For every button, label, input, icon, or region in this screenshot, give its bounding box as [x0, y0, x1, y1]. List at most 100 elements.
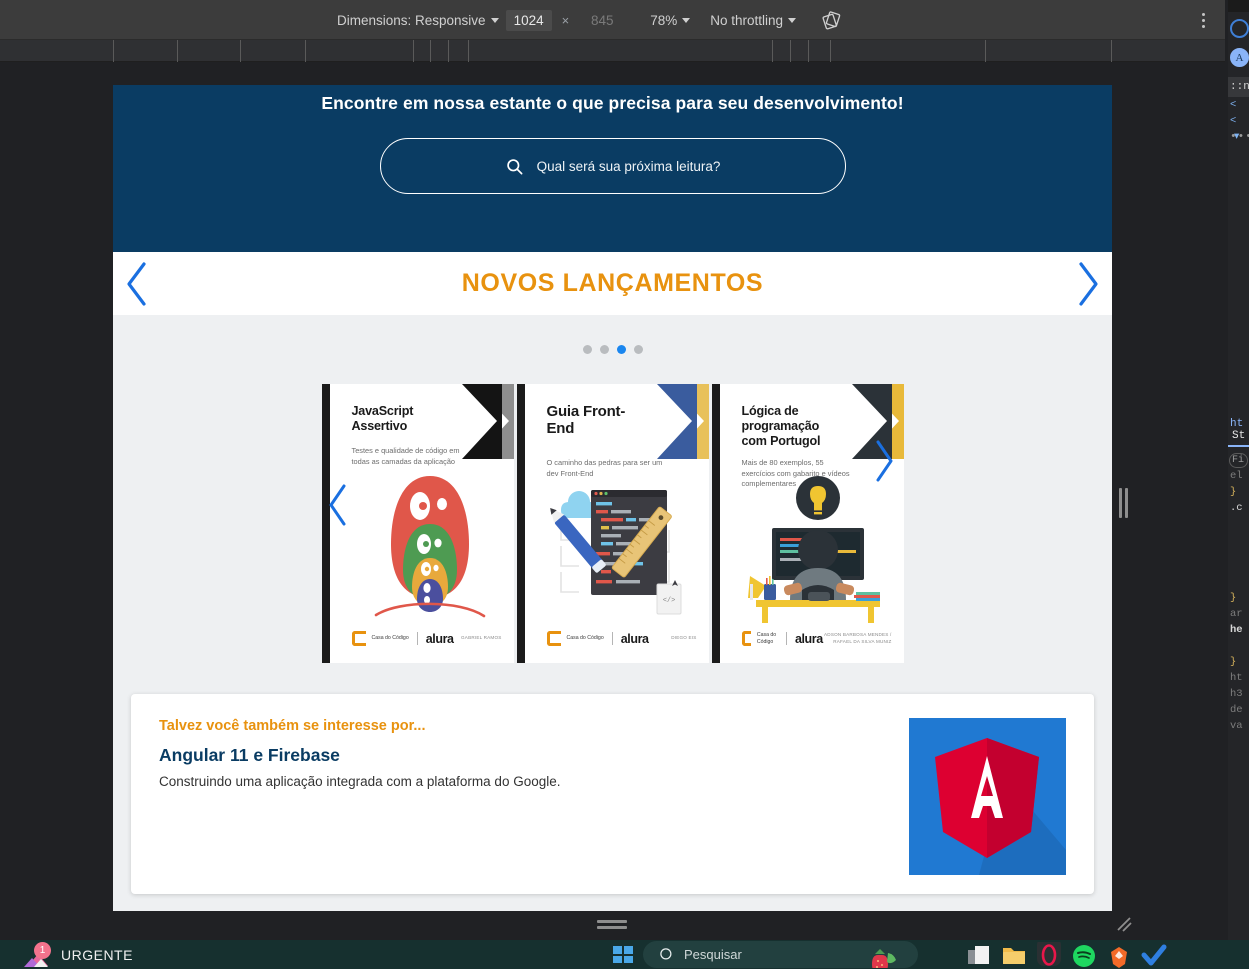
book-author: ADSON BARBOSA MENDES / RAFAEL DA SILVA M… — [824, 632, 892, 644]
windows-start-button[interactable] — [608, 940, 637, 969]
css-line[interactable]: el — [1228, 468, 1249, 484]
filter-input[interactable]: Fi — [1229, 453, 1248, 468]
imprint-name: alura — [620, 631, 649, 646]
carousel-dot[interactable] — [582, 345, 592, 354]
casa-do-codigo-icon — [741, 631, 751, 646]
carousel-title: NOVOS LANÇAMENTOS — [461, 269, 764, 297]
hero-section: Encontre em nossa estante o que precisa … — [113, 85, 1112, 252]
imprint-name: alura — [425, 631, 454, 646]
book-title: Lógica de programação com Portugol — [741, 404, 821, 448]
casa-do-codigo-icon — [351, 631, 366, 646]
chevron-down-icon — [788, 17, 797, 23]
hero-title: Encontre em nossa estante o que precisa … — [321, 93, 904, 113]
book-subtitle: Testes e qualidade de código em todas as… — [351, 446, 460, 466]
throttling-dropdown[interactable]: No throttling — [703, 8, 803, 32]
brave-button[interactable] — [1104, 940, 1133, 969]
throttling-label: No throttling — [710, 12, 784, 28]
dot — [1201, 24, 1205, 28]
viewport-resize-handle-bottom[interactable] — [596, 918, 628, 930]
opera-button[interactable] — [1034, 940, 1063, 969]
chevron-down-icon — [682, 17, 691, 23]
carousel-dot[interactable] — [599, 345, 609, 354]
carousel-next-button[interactable] — [1074, 260, 1102, 308]
search-icon — [506, 158, 523, 174]
selected-element-row[interactable]: ::n — [1228, 77, 1249, 97]
zoom-dropdown[interactable]: 78% — [643, 8, 697, 32]
devtools-elements-panel[interactable]: info-icon A ::n < < ▾ more-dots-icon •••… — [1228, 0, 1249, 940]
book-card[interactable]: Guia Front-End O caminho das pedras para… — [516, 384, 709, 663]
book-subtitle: O caminho das pedras para ser um dev Fro… — [546, 458, 663, 478]
folder-icon — [1002, 947, 1025, 964]
corner-decoration — [656, 384, 709, 459]
angular-thumbnail — [909, 718, 1066, 875]
carousel-prev-button[interactable] — [123, 260, 151, 308]
book-author: DIEGO EIS — [671, 635, 697, 641]
tab-styles[interactable]: St — [1228, 430, 1249, 447]
check-app-button[interactable] — [1139, 940, 1168, 969]
chevron-right-icon — [876, 440, 893, 482]
publisher-logo: Casa do Código alura — [351, 631, 454, 646]
search-input[interactable]: Qual será sua próxima leitura? — [379, 138, 846, 194]
spotify-icon — [1072, 944, 1095, 967]
css-line[interactable]: h3 — [1228, 686, 1249, 702]
viewport-resize-handle-right[interactable] — [1118, 483, 1128, 523]
tab-html[interactable]: ht — [1228, 418, 1249, 430]
css-line[interactable]: ht — [1228, 670, 1249, 686]
dimensions-label: Dimensions: Responsive — [337, 12, 486, 28]
strawberry-icon — [872, 949, 896, 968]
developer-at-desk-illustration — [747, 476, 880, 623]
rotate-device-icon[interactable] — [819, 8, 845, 32]
css-line[interactable]: ar — [1228, 606, 1249, 622]
dimension-separator: × — [561, 12, 570, 28]
publisher-logo: Casa do Código alura — [741, 631, 823, 646]
zoom-value: 78% — [650, 12, 678, 28]
suggestion-card[interactable]: Talvez você também se interesse por... A… — [131, 694, 1094, 894]
info-icon[interactable]: info-icon — [1230, 19, 1249, 38]
search-placeholder: Qual será sua próxima leitura? — [536, 158, 721, 174]
book-card[interactable]: Lógica de programação com Portugol Mais … — [711, 384, 904, 663]
viewport-width-input[interactable]: 1024 — [505, 9, 552, 31]
dom-node-line[interactable]: < — [1228, 97, 1249, 113]
chevron-right-icon — [1079, 262, 1098, 306]
file-explorer-button[interactable] — [964, 940, 993, 969]
svg-text:</>: </> — [662, 597, 675, 605]
css-line[interactable]: va — [1228, 718, 1249, 734]
css-line[interactable]: } — [1228, 654, 1249, 670]
carousel-dots[interactable] — [113, 315, 1112, 354]
css-line[interactable]: de — [1228, 702, 1249, 718]
devtools-more-options-button[interactable] — [1193, 10, 1213, 30]
file-explorer-icon — [967, 945, 989, 964]
suggestion-description: Construindo uma aplicação integrada com … — [159, 774, 561, 789]
book-next-button[interactable] — [871, 439, 897, 483]
notification-label: URGENTE — [61, 946, 133, 963]
rendered-page-viewport[interactable]: Encontre em nossa estante o que precisa … — [113, 85, 1112, 911]
chevron-down-icon — [490, 17, 499, 23]
css-line[interactable]: .c — [1228, 500, 1249, 516]
spotify-button[interactable] — [1069, 940, 1098, 969]
notification-area[interactable]: 1 URGENTE — [20, 940, 133, 969]
chevron-left-icon — [329, 484, 346, 526]
avatar[interactable]: A — [1230, 48, 1249, 67]
suggestion-text-block: Talvez você também se interesse por... A… — [159, 718, 561, 870]
suggestion-eyebrow: Talvez você também se interesse por... — [159, 718, 426, 734]
publisher-name: Casa do Código — [371, 635, 409, 642]
book-prev-button[interactable] — [325, 483, 351, 527]
chevron-left-icon — [127, 262, 146, 306]
viewport-height-input[interactable]: 845 — [579, 10, 625, 31]
folder-button[interactable] — [999, 940, 1028, 969]
angular-logo-icon — [935, 738, 1066, 875]
css-line[interactable]: } — [1228, 590, 1249, 606]
windows-start-icon — [612, 946, 633, 963]
publisher-name: Casa do Código — [566, 635, 604, 642]
css-line[interactable]: } — [1228, 484, 1249, 500]
dimensions-dropdown[interactable]: Dimensions: Responsive — [330, 8, 506, 32]
publisher-name: Casa do Código — [756, 632, 777, 645]
carousel-dot-active[interactable] — [616, 345, 626, 354]
opera-icon — [1036, 941, 1061, 966]
taskbar-search-input[interactable]: Pesquisar — [643, 941, 918, 968]
viewport-resize-handle-corner[interactable] — [1114, 914, 1134, 934]
dom-node-line[interactable]: < — [1228, 113, 1249, 129]
viewport-ruler — [0, 40, 1225, 62]
css-line[interactable]: he — [1228, 622, 1249, 638]
carousel-dot[interactable] — [633, 345, 643, 354]
